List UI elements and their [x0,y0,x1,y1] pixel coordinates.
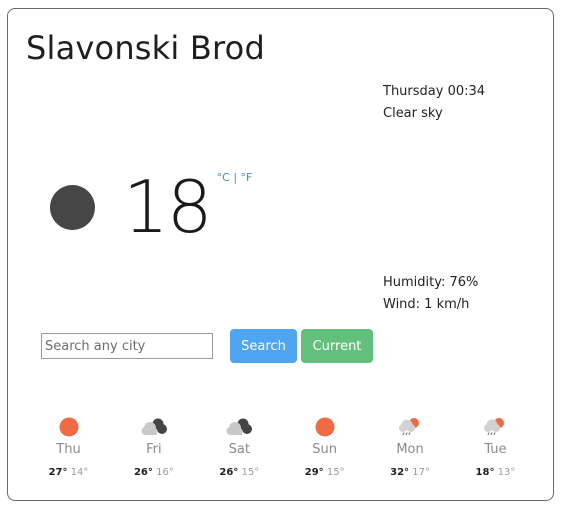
search-button[interactable]: Search [230,329,297,363]
datetime-text: Thursday 00:34 [383,84,486,99]
forecast-row: Thu 27° 14° Fri 26° 16° Sat 26° 15° Sun … [26,416,538,478]
forecast-day: Mon 32° 17° [368,416,453,478]
sun-icon [282,416,367,438]
rain-sun-icon [368,416,453,438]
forecast-min: 15° [241,467,260,478]
unit-toggle: °C | °F [217,171,253,184]
search-form: Search Current [41,329,373,363]
temperature-value: 18 [123,165,213,249]
forecast-temps: 26° 16° [111,467,196,478]
forecast-max: 26° [133,467,153,478]
forecast-min: 17° [412,467,430,478]
current-location-button[interactable]: Current [301,329,373,363]
forecast-min: 14° [70,467,89,478]
forecast-max: 18° [475,467,495,478]
current-meta: Thursday 00:34 Clear sky [383,81,485,125]
humidity-text: Humidity: 76% [383,275,479,290]
forecast-day-name: Sun [312,442,338,457]
forecast-day: Sat 26° 15° [197,416,282,478]
moon-icon [50,184,95,230]
forecast-max: 26° [219,467,239,478]
forecast-temps: 18° 13° [453,467,538,478]
forecast-day: Fri 26° 16° [111,416,196,478]
forecast-temps: 26° 15° [197,467,282,478]
forecast-day: Thu 27° 14° [26,416,111,478]
forecast-min: 13° [497,467,516,478]
wind-text: Wind: 1 km/h [383,297,470,312]
forecast-day-name: Sat [228,442,250,457]
fahrenheit-link[interactable]: °F [241,171,253,184]
cloudy-icon [111,416,196,438]
current-weather: 18 °C | °F [50,157,252,257]
rain-sun-icon [453,416,538,438]
forecast-temps: 29° 15° [282,467,367,478]
city-title: Slavonski Brod [26,29,265,67]
forecast-min: 16° [156,467,174,478]
forecast-day-name: Thu [56,442,81,457]
forecast-max: 27° [48,467,68,478]
cloudy-icon [197,416,282,438]
forecast-temps: 32° 17° [368,467,453,478]
weather-details: Humidity: 76% Wind: 1 km/h [383,272,478,316]
forecast-max: 29° [304,467,324,478]
forecast-day-name: Fri [146,442,162,457]
unit-separator: | [233,171,238,184]
celsius-link[interactable]: °C [217,171,230,184]
condition-text: Clear sky [383,106,443,121]
forecast-temps: 27° 14° [26,467,111,478]
forecast-day-name: Mon [396,442,424,457]
weather-card: Slavonski Brod Thursday 00:34 Clear sky … [7,8,554,501]
forecast-day-name: Tue [484,442,507,457]
forecast-day: Tue 18° 13° [453,416,538,478]
search-input[interactable] [41,333,213,359]
forecast-max: 32° [390,467,410,478]
forecast-day: Sun 29° 15° [282,416,367,478]
forecast-min: 15° [326,467,345,478]
sun-icon [26,416,111,438]
